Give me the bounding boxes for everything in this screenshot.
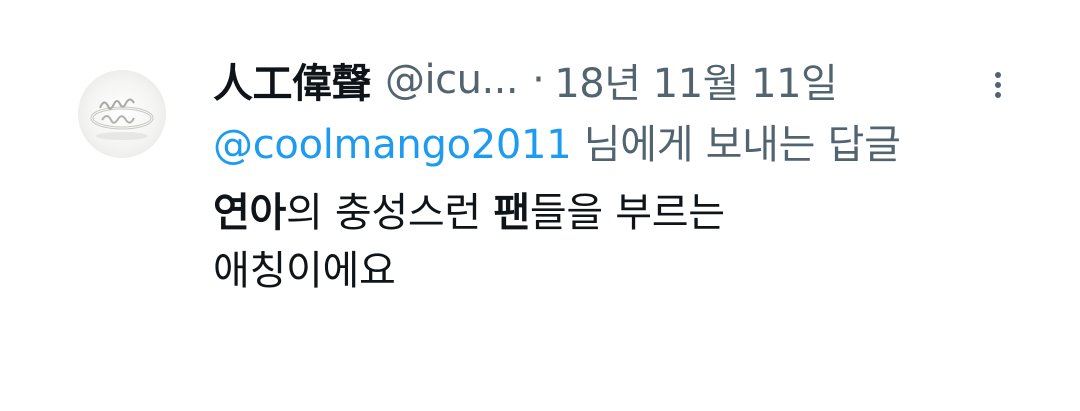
tweet-text: 연아의 충성스런 팬들을 부르는 애칭이에요: [213, 184, 983, 300]
display-name[interactable]: 人工偉聲: [213, 51, 372, 109]
tweet-text-segment: 의 충성스런: [286, 190, 494, 236]
more-vertical-icon: [995, 72, 1001, 78]
tweet-content: 人工偉聲 @icu... · 18년 11월 11일 @coolmango201…: [213, 48, 1001, 300]
ring-image-icon: [90, 98, 154, 140]
more-options-button[interactable]: [983, 62, 1013, 102]
avatar[interactable]: [78, 70, 166, 158]
replying-to-label: 님에게 보내는 답글: [571, 122, 901, 168]
timestamp[interactable]: 18년 11월 11일: [554, 51, 838, 109]
tweet-text-bold: 팬: [493, 190, 530, 236]
tweet-header: 人工偉聲 @icu... · 18년 11월 11일: [213, 48, 1001, 112]
more-vertical-icon-dot: [995, 92, 1001, 98]
mention-link[interactable]: @coolmango2011: [213, 122, 572, 168]
tweet-text-segment: 들을 부르는: [529, 190, 725, 236]
tweet-text-bold: 연아: [213, 190, 286, 236]
replying-to: @coolmango2011 님에게 보내는 답글: [213, 116, 983, 174]
more-vertical-icon-dot: [995, 82, 1001, 88]
user-handle[interactable]: @icu...: [385, 57, 519, 103]
tweet[interactable]: 人工偉聲 @icu... · 18년 11월 11일 @coolmango201…: [0, 0, 1080, 411]
tweet-text-segment: 애칭이에요: [213, 248, 396, 294]
separator-dot: ·: [532, 57, 545, 103]
